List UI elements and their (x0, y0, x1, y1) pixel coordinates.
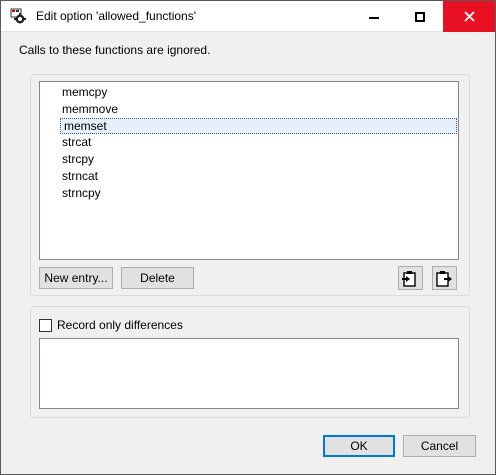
delete-button[interactable]: Delete (121, 267, 194, 289)
list-item[interactable]: strncat (59, 169, 457, 185)
maximize-button[interactable] (397, 1, 443, 32)
record-only-differences-checkbox[interactable]: Record only differences (39, 318, 183, 332)
cancel-button[interactable]: Cancel (403, 435, 476, 457)
list-item[interactable]: strcat (59, 135, 457, 151)
new-entry-button[interactable]: New entry... (39, 267, 113, 289)
list-item[interactable]: memcpy (59, 85, 457, 101)
paste-export-icon (436, 270, 452, 287)
checkbox-box[interactable] (39, 318, 52, 332)
record-only-differences-label: Record only differences (57, 318, 183, 332)
title-bar[interactable]: Edit option 'allowed_functions' (1, 1, 495, 32)
notes-textarea[interactable] (39, 338, 459, 409)
export-button[interactable] (432, 266, 457, 290)
minimize-icon (369, 16, 379, 19)
description-label: Calls to these functions are ignored. (19, 43, 211, 57)
list-item[interactable]: strncpy (59, 186, 457, 202)
close-button[interactable] (443, 1, 495, 32)
minimize-button[interactable] (351, 1, 397, 32)
import-button[interactable] (398, 266, 423, 290)
close-icon (463, 11, 475, 22)
list-item[interactable]: memmove (59, 102, 457, 118)
list-item-selected[interactable]: memset (60, 118, 457, 134)
app-icon (10, 8, 27, 25)
functions-listbox[interactable]: memcpy memmove memset strcat strcpy strn… (39, 81, 459, 260)
dialog-window: Edit option 'allowed_functions' Calls to… (0, 0, 496, 475)
ok-button[interactable]: OK (323, 435, 395, 457)
maximize-icon (415, 11, 425, 22)
list-item[interactable]: strcpy (59, 152, 457, 168)
paste-import-icon (402, 270, 416, 287)
window-title: Edit option 'allowed_functions' (36, 9, 197, 23)
